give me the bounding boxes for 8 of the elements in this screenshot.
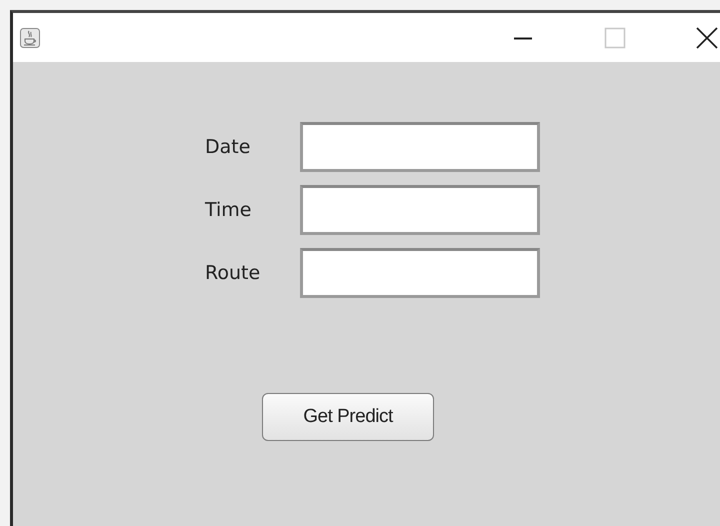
input-field[interactable] xyxy=(300,122,540,172)
input-field[interactable] xyxy=(300,185,540,235)
field-label: Time xyxy=(205,199,252,221)
coffee-cup-icon xyxy=(20,28,40,48)
get-predict-button[interactable]: Get Predict xyxy=(262,393,434,441)
field-label: Route xyxy=(205,262,262,284)
field-label: Date xyxy=(205,136,252,158)
input-field[interactable] xyxy=(300,248,540,298)
